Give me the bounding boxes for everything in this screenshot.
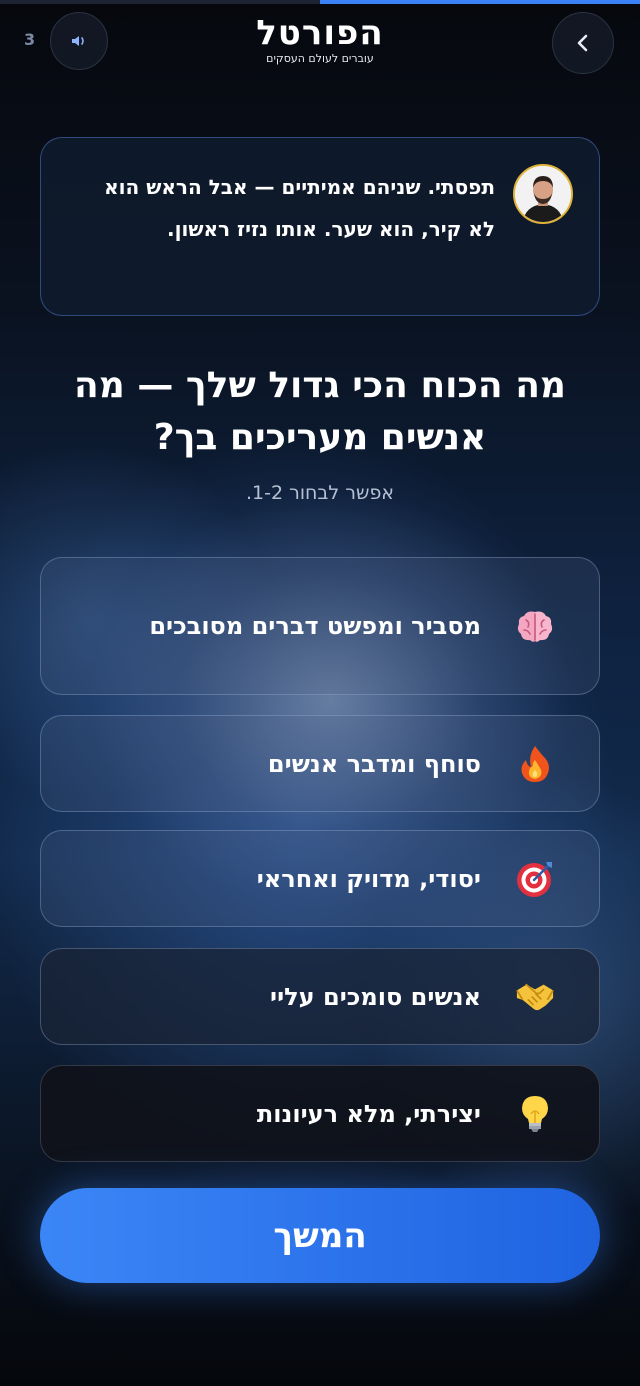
- option-label: יסודי, מדויק ואחראי: [256, 864, 481, 893]
- message-text: תפסתי. שניהם אמיתיים — אבל הראש הוא לא ק…: [104, 175, 495, 241]
- option-label: מסביר ומפשט דברים מסובכים: [149, 612, 481, 640]
- option-thorough[interactable]: יסודי, מדויק ואחראי: [40, 830, 600, 927]
- back-button[interactable]: [552, 12, 614, 74]
- fire-icon: [515, 744, 555, 784]
- assistant-message-card: תפסתי. שניהם אמיתיים — אבל הראש הוא לא ק…: [40, 137, 600, 316]
- option-label: אנשים סומכים עליי: [270, 982, 481, 1011]
- avatar: [513, 164, 573, 224]
- progress-fill: [320, 0, 640, 4]
- option-label: יצירתי, מלא רעיונות: [256, 1099, 481, 1128]
- handshake-icon: [515, 977, 555, 1017]
- option-label: סוחף ומדבר אנשים: [267, 749, 481, 778]
- question-hint: אפשר לבחור 1-2.: [245, 482, 395, 504]
- option-explain[interactable]: מסביר ומפשט דברים מסובכים: [40, 557, 600, 695]
- logo-title: הפורטל: [256, 13, 384, 53]
- sound-button[interactable]: [50, 12, 108, 70]
- chevron-left-icon: [577, 34, 588, 52]
- target-icon: [515, 859, 555, 899]
- brain-icon: [515, 606, 555, 646]
- option-trusted[interactable]: אנשים סומכים עליי: [40, 948, 600, 1045]
- option-creative[interactable]: יצירתי, מלא רעיונות: [40, 1065, 600, 1162]
- step-counter: 3: [24, 30, 36, 49]
- logo: הפורטל עוברים לעולם העסקים: [220, 14, 420, 65]
- logo-subtitle: עוברים לעולם העסקים: [266, 52, 374, 65]
- speaker-icon: [72, 36, 84, 46]
- lightbulb-icon: [515, 1094, 555, 1134]
- continue-button[interactable]: המשך: [40, 1188, 600, 1283]
- option-inspire[interactable]: סוחף ומדבר אנשים: [40, 715, 600, 812]
- progress-bar: [0, 0, 640, 4]
- question-title: מה הכוח הכי גדול שלך — מה אנשים מעריכים …: [74, 365, 566, 458]
